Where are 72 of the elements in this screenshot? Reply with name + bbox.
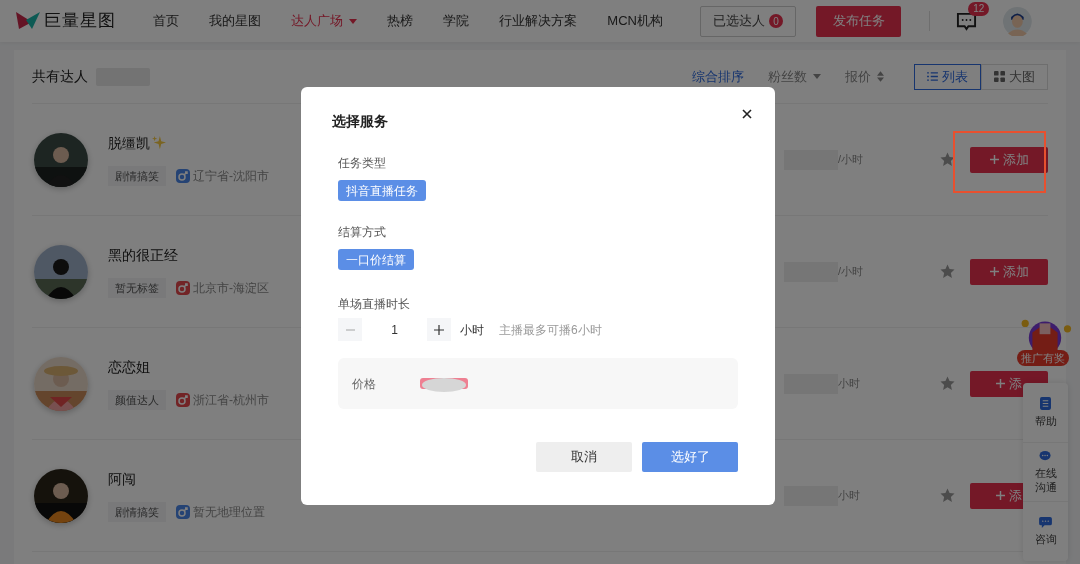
section-label: 单场直播时长 [338, 296, 411, 313]
nav-link[interactable]: 我的星图 [209, 11, 262, 31]
plus-icon [989, 267, 999, 276]
option-chip[interactable]: 一口价结算 [338, 249, 414, 270]
list-icon [927, 72, 938, 81]
section-label: 任务类型 [338, 155, 387, 172]
category-tag: 暂无标签 [108, 277, 166, 299]
duration-unit: 小时 [460, 321, 484, 339]
nav-link[interactable]: 行业解决方案 [499, 11, 578, 31]
grid-icon [994, 71, 1005, 82]
duration-value: 1 [390, 321, 399, 339]
close-icon[interactable] [742, 108, 752, 119]
section-label: 结算方式 [338, 224, 387, 241]
logo-text: 巨量星图 [44, 10, 116, 33]
increment-button[interactable] [427, 318, 451, 341]
nav-link[interactable]: 学院 [443, 11, 470, 31]
publish-task-button[interactable]: 发布任务 [815, 5, 902, 37]
plus-icon [996, 491, 1005, 500]
message-icon [1039, 517, 1052, 529]
sort-option[interactable]: 报价 [845, 66, 884, 87]
chat-icon [1039, 450, 1052, 462]
gender-icon [176, 281, 190, 295]
nav-link[interactable]: 首页 [153, 11, 180, 31]
price-label: 价格 [352, 375, 376, 393]
avatar-icon[interactable] [1003, 5, 1032, 37]
side-menu-item[interactable]: 咨询 [1023, 501, 1068, 561]
category-tag: 剧情搞笑 [108, 501, 166, 523]
sparkle-icon [152, 136, 166, 151]
sort-option[interactable]: 综合排序 [692, 66, 744, 87]
redacted-price [420, 375, 468, 392]
nav-link[interactable]: 达人广场 [291, 11, 358, 31]
caret-down-icon [813, 74, 821, 79]
plus-icon [434, 324, 444, 335]
sort-icon [877, 71, 884, 82]
category-tag: 剧情搞笑 [108, 165, 166, 187]
plus-icon [996, 379, 1005, 388]
creator-name[interactable]: 恋恋姐 [108, 356, 150, 378]
minus-icon [345, 328, 355, 331]
plus-icon [989, 155, 999, 164]
option-chip[interactable]: 抖音直播任务 [338, 180, 426, 201]
selected-creators-button[interactable]: 已选达人 0 [699, 5, 796, 37]
nav-link[interactable]: MCN机构 [607, 11, 663, 31]
total-creators-label: 共有达人 [32, 67, 88, 86]
document-icon [1040, 396, 1051, 410]
star-icon[interactable] [940, 152, 955, 167]
caret-down-icon [349, 18, 358, 24]
dialog-title: 选择服务 [332, 112, 388, 131]
message-icon[interactable] [956, 10, 978, 32]
nav-link[interactable]: 热榜 [387, 11, 414, 31]
category-tag: 颜值达人 [108, 389, 166, 411]
add-button[interactable]: 添加 [970, 146, 1048, 173]
star-icon[interactable] [940, 264, 955, 279]
promo-label[interactable]: 推广有奖 [1017, 350, 1069, 366]
gender-icon [176, 393, 190, 407]
star-icon[interactable] [940, 488, 955, 503]
gender-icon [176, 505, 190, 519]
gender-icon [176, 169, 190, 183]
side-menu-item[interactable]: 在线沟通 [1023, 441, 1068, 502]
star-icon[interactable] [940, 376, 955, 391]
add-button[interactable]: 添加 [970, 258, 1048, 285]
creator-name[interactable]: 黑的很正经 [108, 244, 178, 266]
duration-hint: 主播最多可播6小时 [499, 321, 602, 339]
count-badge: 0 [768, 14, 783, 28]
creator-name[interactable]: 阿闯 [108, 468, 136, 490]
creator-name[interactable]: 脱缰凯 [108, 132, 150, 154]
notification-badge: 12 [968, 1, 990, 16]
view-tab[interactable]: 大图 [981, 63, 1048, 90]
confirm-button[interactable]: 选好了 [642, 442, 738, 472]
sort-option[interactable]: 粉丝数 [768, 66, 821, 87]
logo-icon [16, 12, 40, 30]
cancel-button[interactable]: 取消 [536, 442, 632, 472]
view-tab[interactable]: 列表 [914, 63, 981, 90]
